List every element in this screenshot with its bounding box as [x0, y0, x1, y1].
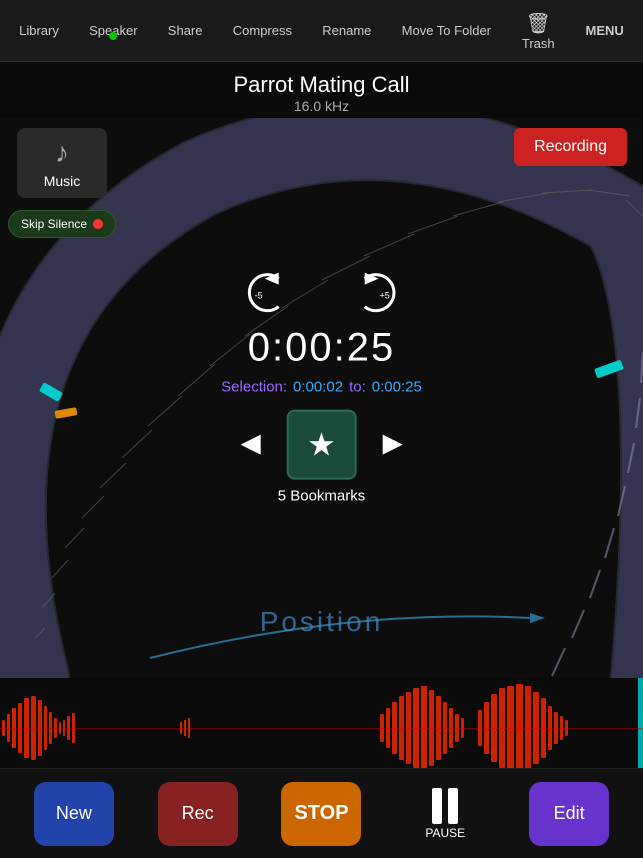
waveform-area: [0, 678, 643, 778]
nav-menu[interactable]: MENU: [578, 19, 632, 42]
nav-move-to-folder-label: Move To Folder: [402, 23, 491, 38]
nav-compress[interactable]: Compress: [225, 19, 300, 42]
selection-end: 0:00:25: [372, 379, 422, 396]
pause-bar-right: [448, 788, 458, 824]
pause-button[interactable]: PAUSE: [405, 782, 485, 846]
stop-button[interactable]: STOP: [281, 782, 361, 846]
nav-trash-label: Trash: [522, 36, 555, 51]
sample-rate: 16.0 kHz: [0, 98, 643, 114]
new-button[interactable]: New: [34, 782, 114, 846]
bottom-controls: New Rec STOP PAUSE Edit: [0, 768, 643, 858]
prev-bookmark-button[interactable]: [231, 427, 267, 463]
speaker-active-dot: [109, 32, 117, 40]
center-controls: -5 +5 0:00:25 Selection: 0:00:02 to: 0:0…: [221, 268, 422, 505]
next-bookmark-button[interactable]: [377, 427, 413, 463]
nav-share-label: Share: [168, 23, 203, 38]
nav-menu-label: MENU: [586, 23, 624, 38]
selection-to: to:: [349, 379, 366, 396]
bookmark-button[interactable]: ★: [287, 410, 357, 480]
time-display: 0:00:25: [248, 326, 395, 371]
svg-text:-5: -5: [254, 291, 262, 301]
recording-title: Parrot Mating Call: [0, 72, 643, 98]
music-note-icon: ♪: [55, 137, 69, 169]
nav-rename-label: Rename: [322, 23, 371, 38]
recording-button[interactable]: Recording: [514, 128, 627, 166]
skip-silence-button[interactable]: Skip Silence: [8, 210, 116, 238]
rewind-button[interactable]: -5: [242, 268, 292, 318]
main-content: ♪ Music Skip Silence Recording -5: [0, 118, 643, 678]
position-label: Position: [260, 606, 384, 638]
edit-button[interactable]: Edit: [529, 782, 609, 846]
svg-text:+5: +5: [379, 291, 389, 301]
selection-info: Selection: 0:00:02 to: 0:00:25: [221, 379, 422, 396]
skip-silence-active-dot: [93, 219, 103, 229]
bookmarks-count: 5 Bookmarks: [278, 488, 366, 505]
pause-bar-left: [432, 788, 442, 824]
rec-button[interactable]: Rec: [158, 782, 238, 846]
star-icon: ★: [307, 426, 336, 464]
rewind-forward-row: -5 +5: [242, 268, 402, 318]
music-label: Music: [44, 173, 81, 189]
left-panel: ♪ Music Skip Silence: [8, 128, 116, 238]
nav-speaker[interactable]: Speaker: [81, 19, 145, 42]
forward-button[interactable]: +5: [352, 268, 402, 318]
music-icon-box[interactable]: ♪ Music: [17, 128, 107, 198]
waveform-baseline: [0, 728, 643, 729]
playback-nav: ★: [231, 410, 413, 480]
nav-compress-label: Compress: [233, 23, 292, 38]
pause-icon: [432, 788, 458, 824]
title-area: Parrot Mating Call 16.0 kHz: [0, 62, 643, 118]
nav-share[interactable]: Share: [160, 19, 211, 42]
pause-label: PAUSE: [425, 826, 465, 840]
trash-icon: 🗑: [526, 11, 551, 36]
skip-silence-label: Skip Silence: [21, 217, 87, 231]
nav-library[interactable]: Library: [11, 19, 67, 42]
nav-trash[interactable]: 🗑 Trash: [513, 7, 563, 55]
selection-label: Selection:: [221, 379, 287, 396]
nav-library-label: Library: [19, 23, 59, 38]
top-nav: Library Speaker Share Compress Rename Mo…: [0, 0, 643, 62]
nav-move-to-folder[interactable]: Move To Folder: [394, 19, 499, 42]
selection-start: 0:00:02: [293, 379, 343, 396]
nav-rename[interactable]: Rename: [314, 19, 379, 42]
